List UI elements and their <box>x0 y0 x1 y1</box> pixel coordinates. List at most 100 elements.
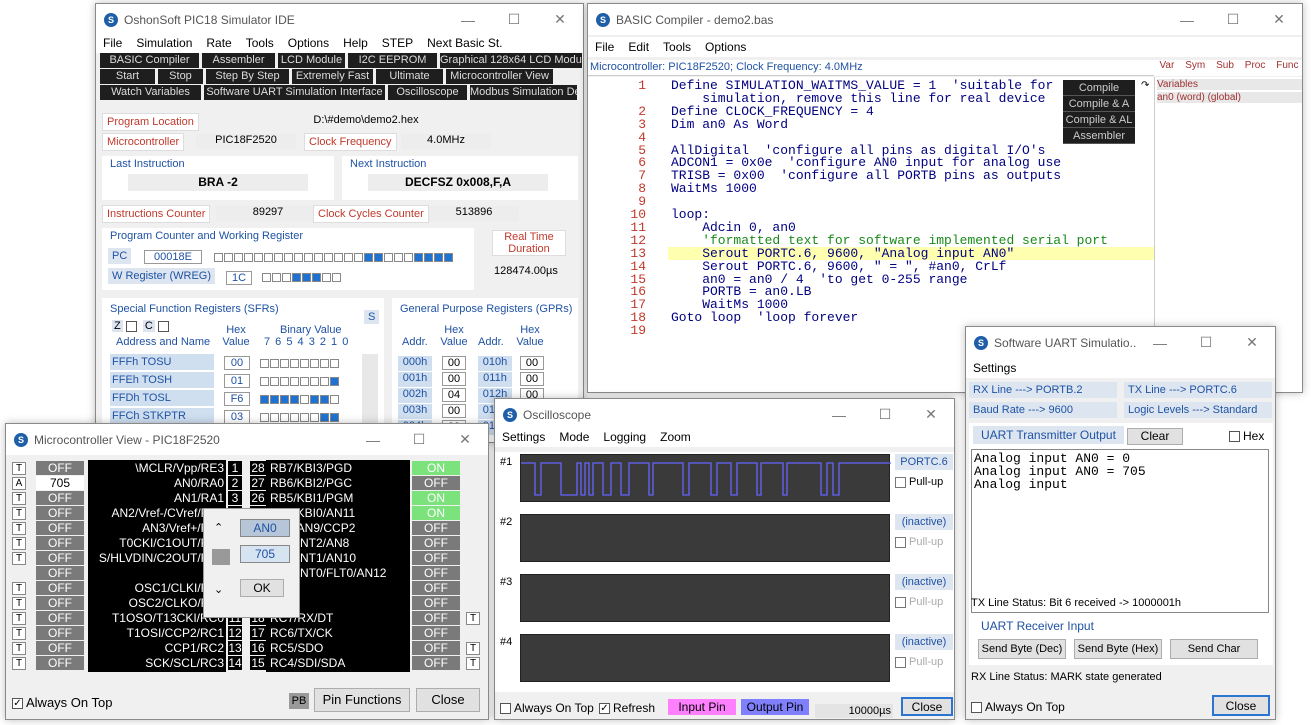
close-icon[interactable]: ✕ <box>442 431 488 448</box>
popup-assembler[interactable]: Assembler <box>1063 128 1135 144</box>
bit-box[interactable] <box>290 377 299 386</box>
pin-state[interactable]: OFF <box>412 566 460 580</box>
osc-menu-item[interactable]: Mode <box>552 430 596 444</box>
bit-box[interactable] <box>320 377 329 386</box>
toolbar-button[interactable]: Extremely Fast <box>292 69 373 84</box>
bit-box[interactable] <box>280 413 289 422</box>
pin-state[interactable]: OFF <box>412 596 460 610</box>
always-on-top-check[interactable] <box>971 702 982 714</box>
bit-box[interactable] <box>322 273 331 282</box>
send-byte-hex-button[interactable]: Send Byte (Hex) <box>1074 639 1162 659</box>
refresh-check[interactable]: ✓ <box>599 703 610 715</box>
side-tab[interactable]: Var <box>1159 60 1174 76</box>
osc-refresh[interactable]: ✓ Refresh <box>599 701 655 715</box>
bit-box[interactable] <box>260 395 269 404</box>
uart-always-on-top[interactable]: Always On Top <box>971 700 1065 714</box>
bit-box[interactable] <box>310 395 319 404</box>
bit-box[interactable] <box>320 359 329 368</box>
pin-type-toggle[interactable]: T <box>12 522 26 535</box>
pin-state[interactable]: OFF <box>412 611 460 625</box>
osc-always-on-top[interactable]: Always On Top <box>500 701 594 715</box>
pin-state[interactable]: OFF <box>36 566 84 580</box>
pin-state[interactable]: OFF <box>412 551 460 565</box>
uart-menu-settings[interactable]: Settings <box>966 361 1023 375</box>
pin-type-toggle[interactable]: T <box>12 657 26 670</box>
toolbar-button[interactable]: Stop <box>158 69 203 84</box>
bit-box[interactable] <box>270 413 279 422</box>
pin-icon[interactable]: ↷ <box>1141 80 1149 91</box>
pin-state[interactable]: OFF <box>412 641 460 655</box>
bit-box[interactable] <box>214 253 223 262</box>
bit-box[interactable] <box>304 253 313 262</box>
gpr-row[interactable]: 001h 00 011h 00 <box>398 372 574 387</box>
bit-box[interactable] <box>332 273 341 282</box>
analog-slider[interactable] <box>212 549 230 565</box>
side-tab[interactable]: Sym <box>1185 60 1205 76</box>
bit-box[interactable] <box>280 359 289 368</box>
pin-state[interactable]: OFF <box>412 581 460 595</box>
bit-box[interactable] <box>234 253 243 262</box>
maximize-icon[interactable]: ☐ <box>491 11 537 28</box>
ide-menu-item[interactable]: Next Basic St. <box>420 36 509 50</box>
always-on-top-check[interactable]: ✓ <box>12 698 23 710</box>
pullup-check[interactable] <box>895 656 906 668</box>
sfr-hex[interactable]: F6 <box>224 392 250 406</box>
pin-state[interactable]: OFF <box>36 581 84 595</box>
pullup-check[interactable] <box>895 536 906 548</box>
maximize-icon[interactable]: ☐ <box>1183 334 1229 351</box>
popup-compile-al[interactable]: Compile & AL <box>1063 112 1135 128</box>
bit-box[interactable] <box>310 377 319 386</box>
pin-state[interactable]: OFF <box>36 611 84 625</box>
bit-box[interactable] <box>434 253 443 262</box>
pin-type-toggle[interactable]: T <box>12 597 26 610</box>
pin-type-toggle[interactable]: T <box>466 657 480 670</box>
hex-checkbox[interactable]: Hex <box>1229 429 1264 443</box>
side-tab[interactable]: Proc <box>1245 60 1266 76</box>
bit-box[interactable] <box>282 273 291 282</box>
pin-type-toggle[interactable]: T <box>12 552 26 565</box>
sfr-row[interactable]: FFCh STKPTR 03 <box>110 408 380 424</box>
bit-box[interactable] <box>260 413 269 422</box>
toolbar-button[interactable]: Step By Step <box>206 69 289 84</box>
bit-box[interactable] <box>354 253 363 262</box>
pin-type-toggle[interactable]: T <box>12 492 26 505</box>
ide-menu-item[interactable]: Options <box>281 36 336 50</box>
bit-box[interactable] <box>330 395 339 404</box>
mcu-always-on-top[interactable]: ✓ Always On Top <box>12 695 112 710</box>
pullup-check[interactable] <box>895 476 906 488</box>
pin-state[interactable]: OFF <box>36 461 84 475</box>
pin-state[interactable]: OFF <box>36 641 84 655</box>
minimize-icon[interactable]: — <box>350 432 396 448</box>
bit-box[interactable] <box>224 253 233 262</box>
bit-box[interactable] <box>310 359 319 368</box>
channel-select[interactable]: AN0 <box>240 519 290 537</box>
toolbar-button[interactable]: Modbus Simulation De <box>470 85 577 100</box>
mcu-close-button[interactable]: Close <box>416 688 480 712</box>
bit-box[interactable] <box>324 253 333 262</box>
osc-menu-item[interactable]: Logging <box>596 430 653 444</box>
gpr-hex[interactable]: 00 <box>442 372 466 386</box>
bit-box[interactable] <box>284 253 293 262</box>
toolbar-button[interactable]: Microcontroller View <box>446 69 553 84</box>
bit-box[interactable] <box>292 273 301 282</box>
ide-menu-item[interactable]: STEP <box>375 36 420 50</box>
clear-button[interactable]: Clear <box>1127 428 1183 445</box>
close-icon[interactable]: ✕ <box>908 406 954 423</box>
send-char-button[interactable]: Send Char <box>1170 639 1258 659</box>
bit-box[interactable] <box>424 253 433 262</box>
bit-box[interactable] <box>314 253 323 262</box>
pin-state[interactable]: OFF <box>36 491 84 505</box>
bit-box[interactable] <box>334 253 343 262</box>
gpr-hex[interactable]: 04 <box>442 388 466 402</box>
bit-box[interactable] <box>290 395 299 404</box>
bit-box[interactable] <box>270 359 279 368</box>
hex-check[interactable] <box>1229 431 1240 443</box>
bit-box[interactable] <box>270 377 279 386</box>
variable-item[interactable]: an0 (word) (global) <box>1157 92 1302 103</box>
bit-box[interactable] <box>394 253 403 262</box>
sfr-z-flag[interactable]: Z C <box>112 320 172 332</box>
ide-menu-item[interactable]: Help <box>336 36 375 50</box>
osc-menu-item[interactable]: Settings <box>495 430 552 444</box>
bit-box[interactable] <box>330 413 339 422</box>
maximize-icon[interactable]: ☐ <box>862 406 908 423</box>
